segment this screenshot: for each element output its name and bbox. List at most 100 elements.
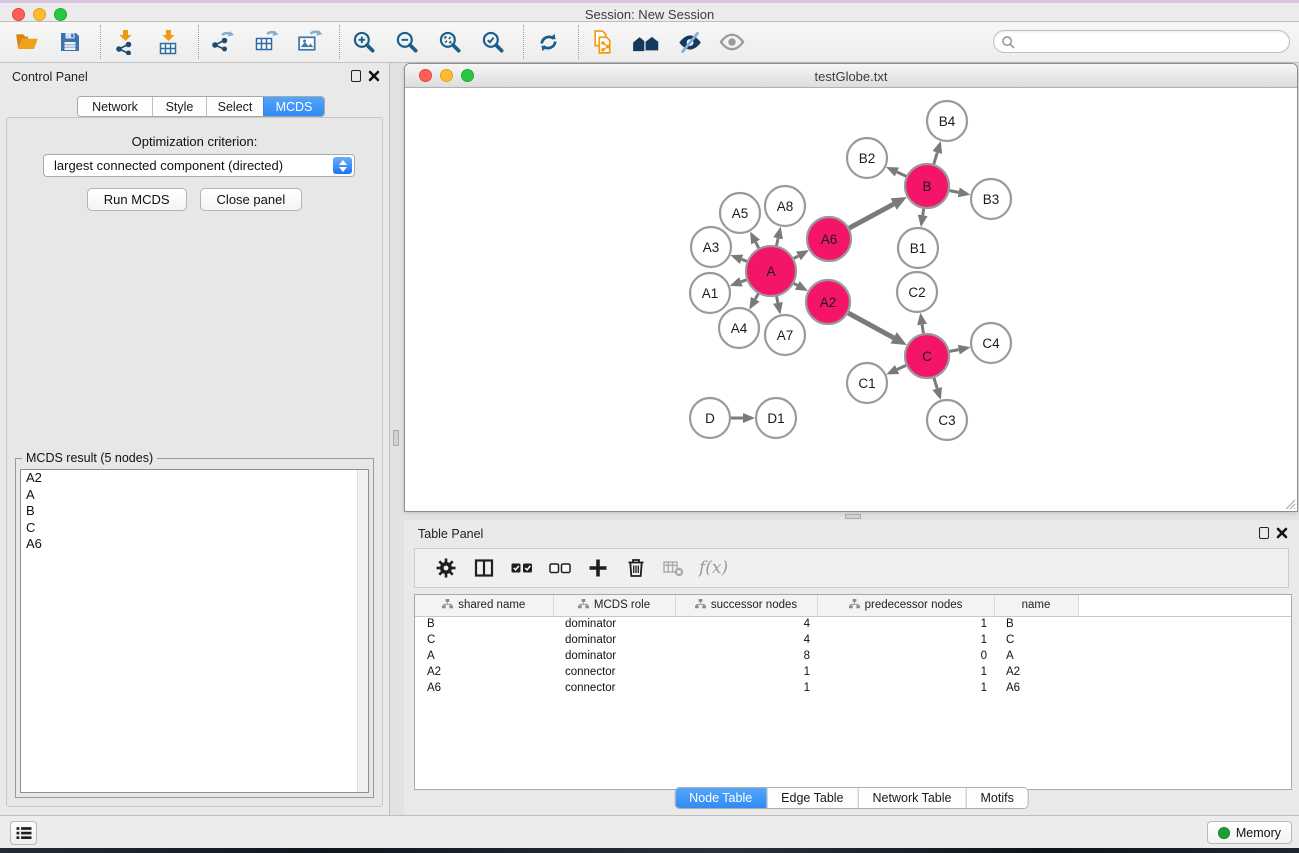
column-header-MCDS-role[interactable]: MCDS role xyxy=(553,595,675,616)
table-cell[interactable]: connector xyxy=(553,680,675,696)
table-cell[interactable]: B xyxy=(415,616,553,632)
tab-mcds[interactable]: MCDS xyxy=(263,97,324,116)
table-row[interactable]: Adominator80A xyxy=(415,648,1291,664)
graph-edge-C-C3[interactable] xyxy=(934,378,937,389)
table-row[interactable]: Bdominator41B xyxy=(415,616,1291,632)
float-panel-icon[interactable] xyxy=(351,70,361,82)
graph-edge-A-A7[interactable] xyxy=(777,296,778,302)
graph-edge-A-A6[interactable] xyxy=(794,256,799,259)
graph-node-D[interactable]: D xyxy=(690,398,730,438)
table-cell[interactable]: A xyxy=(415,648,553,664)
table-cell[interactable]: dominator xyxy=(553,648,675,664)
result-scrollbar[interactable] xyxy=(357,470,368,792)
export-network-button[interactable] xyxy=(208,26,238,58)
graph-edge-C-C4[interactable] xyxy=(950,350,959,352)
mcds-result-item[interactable]: A xyxy=(21,487,368,504)
table-row[interactable]: A2connector11A2 xyxy=(415,664,1291,680)
tab-select[interactable]: Select xyxy=(206,97,263,116)
table-cell[interactable]: 1 xyxy=(817,632,994,648)
export-image-button[interactable] xyxy=(294,26,324,58)
clone-network-button[interactable] xyxy=(588,26,618,58)
graph-node-C3[interactable]: C3 xyxy=(927,400,967,440)
close-panel-icon[interactable] xyxy=(368,70,380,82)
graph-edge-A-A8[interactable] xyxy=(777,238,779,245)
graph-edge-C-C2[interactable] xyxy=(922,325,923,334)
graph-edge-B-B1[interactable] xyxy=(923,209,924,216)
table-cell[interactable]: dominator xyxy=(553,632,675,648)
function-builder-button[interactable]: f(x) xyxy=(699,558,728,578)
mcds-result-item[interactable]: A2 xyxy=(21,470,368,487)
table-cell[interactable]: connector xyxy=(553,664,675,680)
graph-node-B[interactable]: B xyxy=(905,164,949,208)
open-session-button[interactable] xyxy=(12,26,42,58)
table-cell[interactable]: A6 xyxy=(994,680,1078,696)
float-table-panel-icon[interactable] xyxy=(1259,527,1269,539)
table-cell[interactable]: 1 xyxy=(817,664,994,680)
network-canvas[interactable]: B4B2BB3B1A5A8A6A3AA1C2A4A7A2C4CC1C3DD1 xyxy=(405,88,1297,511)
window-resize-grip[interactable] xyxy=(1283,497,1296,510)
graph-node-C[interactable]: C xyxy=(905,334,949,378)
delete-columns-button[interactable] xyxy=(621,553,651,583)
zoom-out-button[interactable] xyxy=(392,26,422,58)
table-cell[interactable]: 1 xyxy=(675,680,817,696)
graph-node-B1[interactable]: B1 xyxy=(898,228,938,268)
search-input[interactable] xyxy=(1020,32,1282,51)
graph-edge-A-A4[interactable] xyxy=(755,294,758,300)
graph-node-A8[interactable]: A8 xyxy=(765,186,805,226)
table-cell[interactable]: C xyxy=(994,632,1078,648)
graph-edge-A-A3[interactable] xyxy=(742,259,747,261)
zoom-in-button[interactable] xyxy=(349,26,379,58)
delete-table-button[interactable] xyxy=(659,553,689,583)
close-panel-button[interactable]: Close panel xyxy=(200,188,303,211)
graph-node-A6[interactable]: A6 xyxy=(807,217,851,261)
graph-node-D1[interactable]: D1 xyxy=(756,398,796,438)
zoom-selected-button[interactable] xyxy=(478,26,508,58)
table-cell[interactable]: 8 xyxy=(675,648,817,664)
criterion-dropdown[interactable]: largest connected component (directed) xyxy=(43,154,355,177)
tab-edge-table[interactable]: Edge Table xyxy=(766,788,857,808)
graph-node-C4[interactable]: C4 xyxy=(971,323,1011,363)
create-column-button[interactable] xyxy=(583,553,613,583)
import-table-button[interactable] xyxy=(153,26,183,58)
graph-node-C1[interactable]: C1 xyxy=(847,363,887,403)
table-row[interactable]: Cdominator41C xyxy=(415,632,1291,648)
table-cell[interactable]: 1 xyxy=(817,616,994,632)
graph-edge-C-C1[interactable] xyxy=(897,365,906,369)
column-header-predecessor-nodes[interactable]: predecessor nodes xyxy=(817,595,994,616)
graph-node-A1[interactable]: A1 xyxy=(690,273,730,313)
import-network-button[interactable] xyxy=(110,26,140,58)
table-cell[interactable]: A2 xyxy=(415,664,553,680)
network-window-titlebar[interactable]: testGlobe.txt xyxy=(405,64,1297,88)
tab-network-table[interactable]: Network Table xyxy=(858,788,966,808)
graph-node-A3[interactable]: A3 xyxy=(691,227,731,267)
table-cell[interactable]: B xyxy=(994,616,1078,632)
graph-edge-A6-B[interactable] xyxy=(849,204,893,228)
mcds-result-item[interactable]: A6 xyxy=(21,536,368,553)
vertical-splitter-handle[interactable] xyxy=(393,430,399,446)
table-cell[interactable]: 4 xyxy=(675,632,817,648)
table-row[interactable]: A6connector11A6 xyxy=(415,680,1291,696)
table-cell[interactable]: A6 xyxy=(415,680,553,696)
graph-node-C2[interactable]: C2 xyxy=(897,272,937,312)
export-table-button[interactable] xyxy=(251,26,281,58)
graph-node-A2[interactable]: A2 xyxy=(806,280,850,324)
run-mcds-button[interactable]: Run MCDS xyxy=(87,188,187,211)
tab-node-table[interactable]: Node Table xyxy=(675,788,766,808)
table-cell[interactable]: dominator xyxy=(553,616,675,632)
task-history-button[interactable] xyxy=(10,821,37,845)
graph-node-A7[interactable]: A7 xyxy=(765,315,805,355)
graph-edge-A-A1[interactable] xyxy=(741,280,747,282)
save-session-button[interactable] xyxy=(55,26,85,58)
tab-style[interactable]: Style xyxy=(152,97,206,116)
tab-network[interactable]: Network xyxy=(78,97,152,116)
show-graphics-button[interactable] xyxy=(717,26,747,58)
horizontal-splitter-handle[interactable] xyxy=(845,514,861,519)
show-columns-button[interactable] xyxy=(469,553,499,583)
column-header-shared-name[interactable]: shared name xyxy=(415,595,553,616)
select-all-columns-button[interactable] xyxy=(507,553,537,583)
refresh-button[interactable] xyxy=(533,26,563,58)
table-settings-button[interactable] xyxy=(431,553,461,583)
graph-node-B2[interactable]: B2 xyxy=(847,138,887,178)
graph-node-A[interactable]: A xyxy=(746,246,796,296)
mcds-result-item[interactable]: C xyxy=(21,520,368,537)
